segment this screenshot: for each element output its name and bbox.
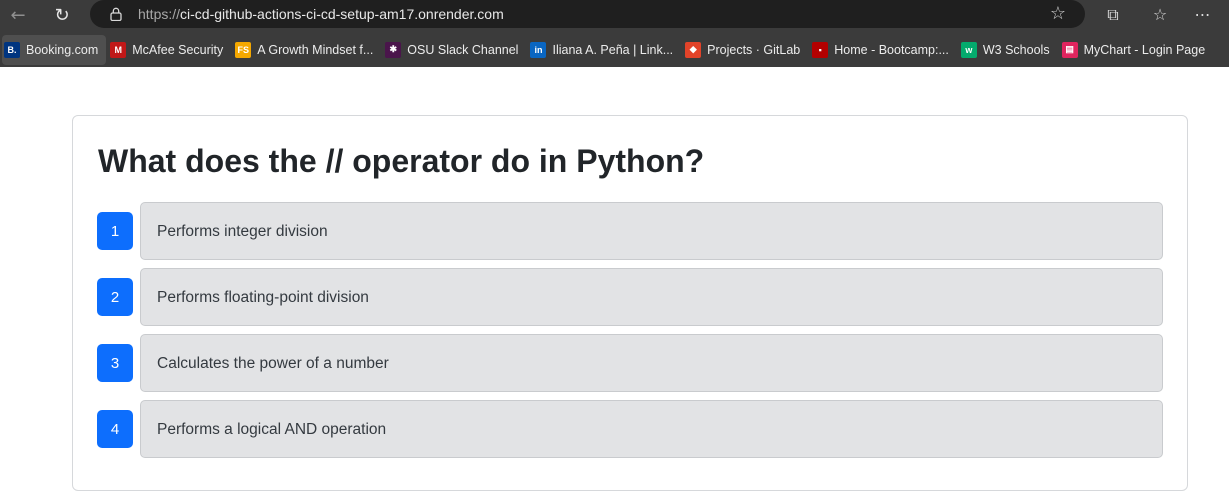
bookmark-label: OSU Slack Channel <box>407 42 519 57</box>
address-bar[interactable]: https://ci-cd-github-actions-ci-cd-setup… <box>90 0 1085 28</box>
bookmark-label: McAfee Security <box>132 42 224 57</box>
bookmark-label: A Growth Mindset f... <box>257 42 374 57</box>
option-number-badge[interactable]: 4 <box>97 410 133 448</box>
option-number-badge[interactable]: 3 <box>97 344 133 382</box>
bookmark-favicon-icon: ▤ <box>1061 41 1078 58</box>
option-label: Performs floating-point division <box>157 289 369 306</box>
more-icon[interactable]: ⋯ <box>1190 3 1216 27</box>
option-button[interactable]: Performs floating-point division <box>140 268 1163 326</box>
bookmark-item[interactable]: FS A Growth Mindset f... <box>233 35 381 65</box>
bookmark-item[interactable]: ✱ OSU Slack Channel <box>383 35 526 65</box>
bookmark-item[interactable]: B. Booking.com <box>2 34 107 65</box>
bookmark-label: MyChart - Login Page <box>1083 42 1206 57</box>
extensions-icon[interactable]: ⧉ <box>1100 3 1126 27</box>
option-button[interactable]: Performs a logical AND operation <box>140 400 1163 458</box>
back-arrow-icon[interactable]: ← <box>4 2 32 28</box>
favorites-icon[interactable]: ☆ <box>1147 3 1173 27</box>
question-title: What does the // operator do in Python? <box>98 143 705 179</box>
bookmark-label: Booking.com <box>26 42 99 57</box>
bookmark-label: W3 Schools <box>982 42 1050 57</box>
answer-option-4[interactable]: 4 Performs a logical AND operation <box>97 400 1164 458</box>
lock-icon[interactable] <box>110 7 122 21</box>
bookmark-label: Home - Bootcamp:... <box>834 42 949 57</box>
bookmark-item[interactable]: ▪ Home - Bootcamp:... <box>810 35 957 65</box>
bookmark-item[interactable]: M McAfee Security <box>108 35 231 65</box>
option-button[interactable]: Performs integer division <box>140 202 1163 260</box>
bookmark-label: Iliana A. Peña | Link... <box>552 42 674 57</box>
option-label: Calculates the power of a number <box>157 355 389 372</box>
option-number-badge[interactable]: 1 <box>97 212 133 250</box>
reload-icon[interactable]: ↻ <box>48 2 76 28</box>
option-button[interactable]: Calculates the power of a number <box>140 334 1163 392</box>
bookmark-favicon-icon: in <box>530 41 547 58</box>
bookmark-label: Projects · GitLab <box>707 42 801 57</box>
answer-option-2[interactable]: 2 Performs floating-point division <box>97 268 1164 326</box>
bookmarks-bar: B. Booking.com M McAfee Security FS A Growth … <box>0 32 1229 67</box>
bookmark-favicon-icon: ◆ <box>685 41 702 58</box>
bookmark-favicon-icon: ✱ <box>385 41 402 58</box>
answer-option-1[interactable]: 1 Performs integer division <box>97 202 1164 260</box>
bookmark-favicon-icon: B. <box>4 41 20 58</box>
bookmark-favicon-icon: FS <box>235 41 252 58</box>
option-label: Performs integer division <box>157 223 328 240</box>
option-label: Performs a logical AND operation <box>157 421 387 438</box>
option-number-badge[interactable]: 2 <box>97 278 133 316</box>
bookmark-item[interactable]: ▤ MyChart - Login Page <box>1060 35 1214 65</box>
answer-option-3[interactable]: 3 Calculates the power of a number <box>97 334 1164 392</box>
bookmark-item[interactable]: in Iliana A. Peña | Link... <box>528 35 681 65</box>
url-text[interactable]: https://ci-cd-github-actions-ci-cd-setup… <box>138 6 504 22</box>
bookmark-item[interactable]: w W3 Schools <box>959 35 1058 65</box>
bookmark-favicon-icon: ▪ <box>812 41 829 58</box>
url-scheme: https:// <box>138 6 181 22</box>
url-host: ci-cd-github-actions-ci-cd-setup-am17.on… <box>180 6 504 22</box>
question-card: What does the // operator do in Python? … <box>72 115 1188 491</box>
bookmark-favicon-icon: M <box>110 41 127 58</box>
browser-toolbar: ← ↻ https://ci-cd-github-actions-ci-cd-s… <box>0 0 1229 32</box>
star-icon[interactable]: ☆ <box>1047 3 1069 25</box>
bookmark-item[interactable]: ◆ Projects · GitLab <box>683 35 808 65</box>
bookmark-favicon-icon: w <box>960 41 977 58</box>
